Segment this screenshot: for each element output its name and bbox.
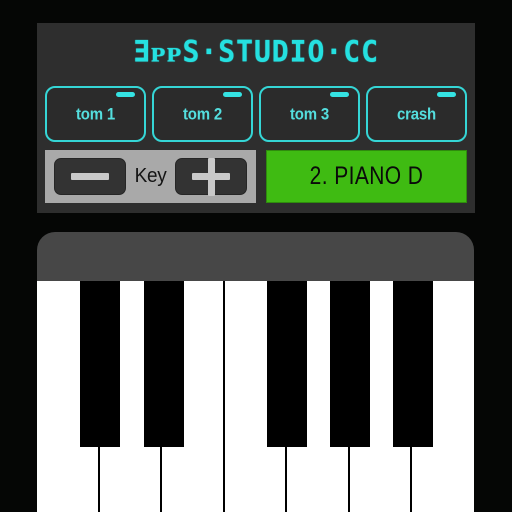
patch-selector-button[interactable]: 2. PIANO D (266, 150, 467, 203)
control-panel: ƎᴘᴘS·STUDIO·CC tom 1 tom 2 tom 3 crash K… (37, 23, 475, 213)
pad-label: tom 2 (182, 104, 222, 124)
pad-label: tom 1 (75, 104, 115, 124)
black-key-d-sharp[interactable] (144, 281, 184, 447)
piano-keyboard (37, 232, 474, 512)
pad-led-indicator-icon (116, 92, 135, 97)
pad-button-crash[interactable]: crash (366, 86, 467, 142)
app-root: ƎᴘᴘS·STUDIO·CC tom 1 tom 2 tom 3 crash K… (0, 0, 512, 512)
drum-pad-row: tom 1 tom 2 tom 3 crash (45, 86, 467, 142)
black-key-f-sharp[interactable] (267, 281, 307, 447)
key-label: Key (134, 164, 167, 187)
pad-label: crash (396, 104, 437, 124)
pad-led-indicator-icon (223, 92, 242, 97)
black-key-a-sharp[interactable] (393, 281, 433, 447)
keyboard-header-bar (37, 232, 474, 281)
transpose-and-patch-row: Key 2. PIANO D (45, 150, 467, 203)
key-decrement-button[interactable] (54, 158, 126, 195)
minus-icon (71, 173, 109, 180)
black-key-c-sharp[interactable] (80, 281, 120, 447)
pad-led-indicator-icon (437, 92, 456, 97)
patch-selector-label: 2. PIANO D (309, 162, 424, 190)
key-transpose-panel: Key (45, 150, 256, 203)
pad-button-tom-3[interactable]: tom 3 (259, 86, 360, 142)
brand-logo-text: ƎᴘᴘS·STUDIO·CC (133, 34, 379, 69)
pad-label: tom 3 (289, 104, 329, 124)
black-key-g-sharp[interactable] (330, 281, 370, 447)
pad-led-indicator-icon (330, 92, 349, 97)
pad-button-tom-2[interactable]: tom 2 (152, 86, 253, 142)
key-increment-button[interactable] (175, 157, 247, 196)
brand-logo: ƎᴘᴘS·STUDIO·CC (37, 31, 475, 73)
keyboard-keys (37, 281, 474, 512)
pad-button-tom-1[interactable]: tom 1 (45, 86, 146, 142)
plus-icon (207, 157, 215, 196)
